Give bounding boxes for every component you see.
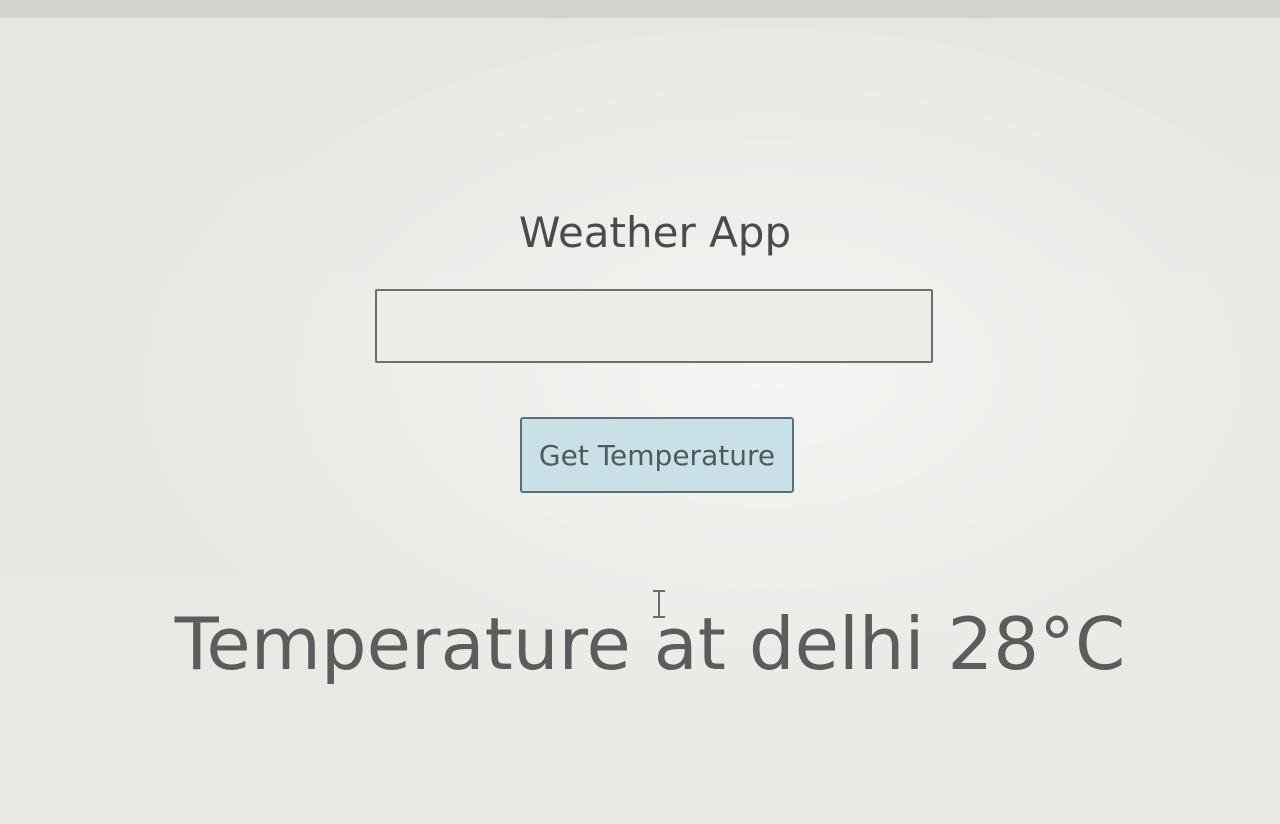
page-title: Weather App — [518, 208, 792, 257]
temperature-result: Temperature at delhi 28°C — [174, 602, 1126, 686]
city-input[interactable] — [375, 289, 933, 363]
get-temperature-button[interactable]: Get Temperature — [520, 417, 794, 493]
weather-app: Weather App Get Temperature Temperature … — [0, 0, 1280, 824]
text-cursor-icon — [652, 590, 666, 618]
